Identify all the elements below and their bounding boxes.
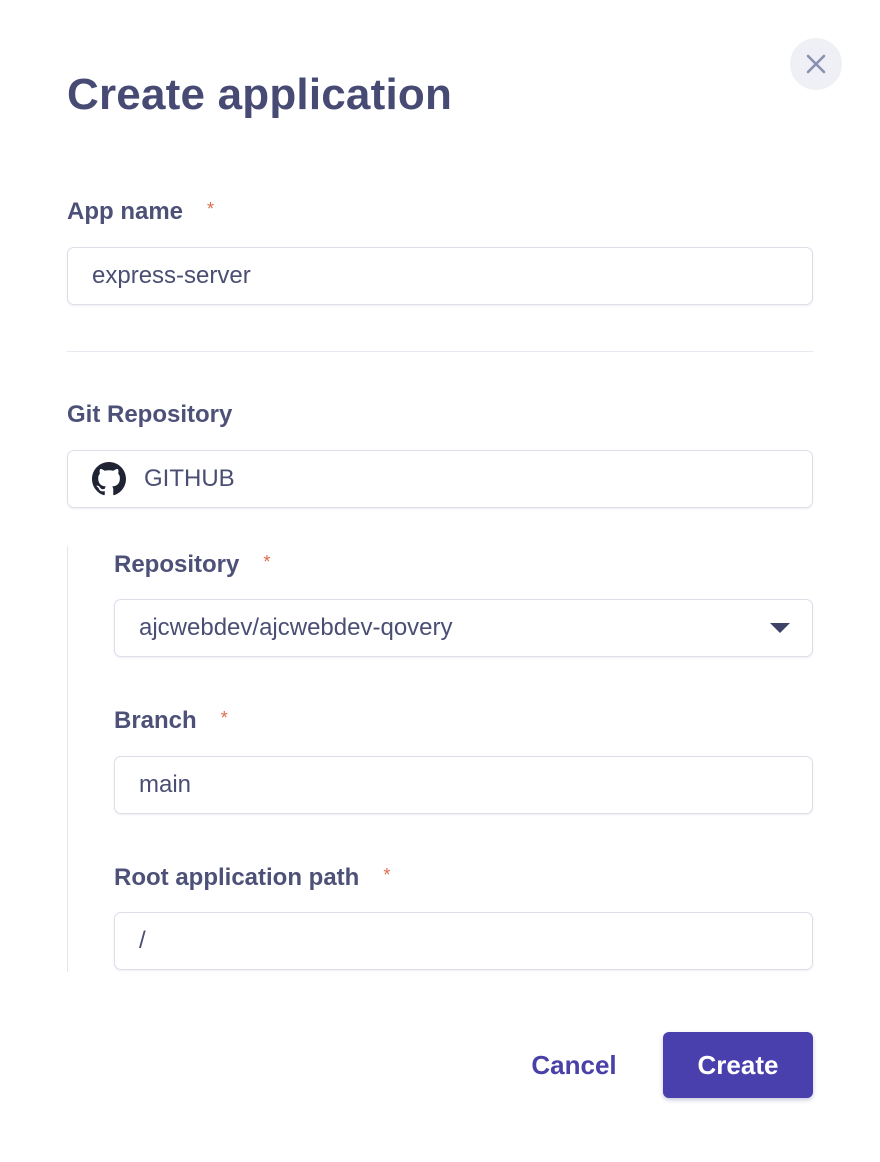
create-button[interactable]: Create bbox=[663, 1032, 813, 1098]
root-path-input[interactable] bbox=[139, 927, 788, 955]
github-icon bbox=[92, 462, 126, 496]
git-provider-field[interactable]: GITHUB bbox=[67, 450, 813, 508]
app-name-label: App name * bbox=[67, 198, 214, 226]
branch-label-text: Branch bbox=[114, 707, 197, 734]
branch-input[interactable] bbox=[139, 771, 788, 799]
branch-field[interactable] bbox=[114, 756, 813, 814]
required-marker: * bbox=[207, 199, 215, 219]
caret-down-icon bbox=[770, 623, 790, 633]
repository-label-text: Repository bbox=[114, 551, 240, 578]
app-name-input[interactable] bbox=[92, 262, 788, 290]
root-path-field[interactable] bbox=[114, 912, 813, 970]
git-repository-label: Git Repository bbox=[67, 401, 233, 428]
root-path-label-text: Root application path bbox=[114, 864, 360, 891]
section-divider bbox=[67, 351, 813, 352]
required-marker: * bbox=[383, 865, 391, 885]
cancel-button[interactable]: Cancel bbox=[514, 1032, 634, 1098]
required-marker: * bbox=[263, 552, 271, 572]
branch-label: Branch * bbox=[114, 707, 228, 735]
required-marker: * bbox=[220, 708, 228, 728]
root-path-label: Root application path * bbox=[114, 864, 390, 892]
nested-section-guide bbox=[67, 546, 68, 972]
repository-selected-value: ajcwebdev/ajcwebdev-qovery bbox=[139, 614, 453, 641]
app-name-field[interactable] bbox=[67, 247, 813, 305]
close-button[interactable] bbox=[790, 38, 842, 90]
repository-select[interactable]: ajcwebdev/ajcwebdev-qovery bbox=[114, 599, 813, 657]
git-provider-name: GITHUB bbox=[144, 465, 235, 492]
create-application-dialog: Create application App name * Git Reposit… bbox=[0, 0, 880, 1162]
repository-label: Repository * bbox=[114, 551, 270, 579]
dialog-title: Create application bbox=[67, 70, 453, 119]
close-icon bbox=[806, 54, 826, 74]
app-name-label-text: App name bbox=[67, 198, 184, 225]
